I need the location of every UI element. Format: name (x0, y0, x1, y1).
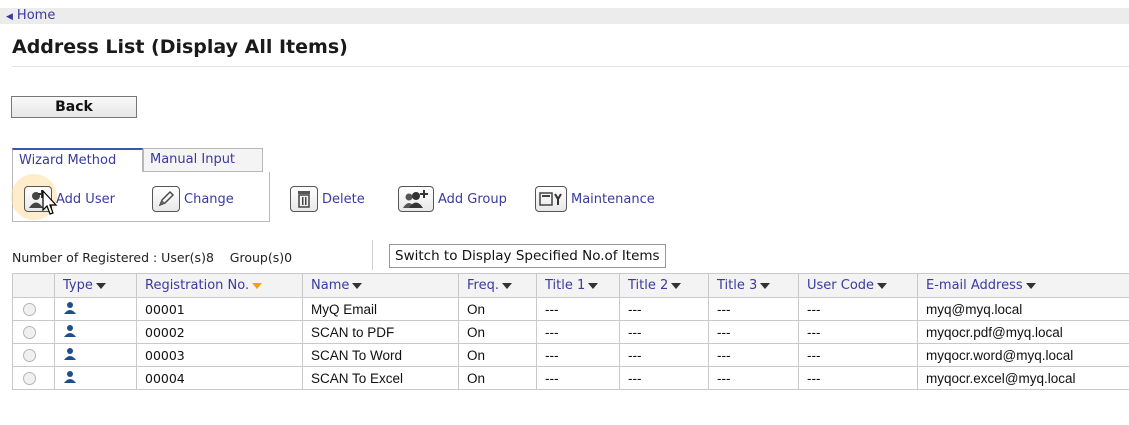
back-button[interactable]: Back (11, 96, 137, 118)
freq-cell: On (458, 320, 537, 344)
switch-display-button[interactable]: Switch to Display Specified No.of Items (389, 244, 666, 268)
registration-no-cell: 00001 (136, 297, 303, 321)
user-type-icon (54, 320, 137, 344)
add-group-icon (398, 186, 434, 212)
title-3-cell: --- (708, 343, 799, 367)
column-header-registration-no[interactable]: Registration No. (136, 273, 303, 298)
email-cell: myqocr.pdf@myq.local (917, 320, 1129, 344)
title-3-cell: --- (708, 320, 799, 344)
maintenance-icon (535, 186, 567, 212)
title-divider (12, 66, 1129, 67)
tab-manual-input[interactable]: Manual Input (143, 148, 263, 172)
change-button[interactable]: Change (152, 184, 234, 214)
add-group-button[interactable]: Add Group (398, 184, 507, 214)
title-3-cell: --- (708, 297, 799, 321)
freq-cell: On (458, 297, 537, 321)
registered-count: Number of Registered : User(s)8 Group(s)… (12, 250, 293, 265)
title-2-cell: --- (619, 320, 709, 344)
table-row[interactable]: 00004 SCAN To Excel On --- --- --- --- myqocr.e… (12, 366, 1129, 390)
name-cell: SCAN to PDF (302, 320, 459, 344)
sort-arrow-icon (352, 282, 363, 289)
user-code-cell: --- (798, 297, 918, 321)
maintenance-button[interactable]: Maintenance (535, 184, 655, 214)
column-header-user-code[interactable]: User Code (798, 273, 918, 298)
sort-arrow-icon (501, 282, 512, 289)
table-row[interactable]: 00001 MyQ Email On --- --- --- --- myq@myq.loca… (12, 297, 1129, 321)
title-3-cell: --- (708, 366, 799, 390)
page-title: Address List (Display All Items) (12, 36, 348, 58)
user-code-cell: --- (798, 366, 918, 390)
add-user-button[interactable]: Add User (24, 184, 115, 214)
email-cell: myq@myq.local (917, 297, 1129, 321)
column-header-name[interactable]: Name (302, 273, 459, 298)
title-1-cell: --- (536, 366, 620, 390)
pencil-icon (152, 186, 180, 212)
add-group-label: Add Group (438, 191, 507, 207)
title-1-cell: --- (536, 343, 620, 367)
column-header-title-1[interactable]: Title 1 (536, 273, 620, 298)
sort-arrow-icon (877, 282, 888, 289)
column-header-type[interactable]: Type (54, 273, 137, 298)
home-link-label: Home (16, 8, 56, 23)
user-type-icon (54, 297, 137, 321)
add-user-label: Add User (56, 191, 115, 207)
user-type-icon (54, 366, 137, 390)
column-header-email[interactable]: E-mail Address (917, 273, 1129, 298)
table-row[interactable]: 00002 SCAN to PDF On --- --- --- --- myqocr.pdf… (12, 320, 1129, 344)
sort-arrow-icon (588, 282, 599, 289)
select-column-header (12, 273, 55, 298)
registration-no-cell: 00003 (136, 343, 303, 367)
column-header-freq[interactable]: Freq. (458, 273, 537, 298)
name-cell: MyQ Email (302, 297, 459, 321)
home-link[interactable]: ◀ Home (6, 8, 55, 24)
freq-cell: On (458, 343, 537, 367)
delete-button[interactable]: Delete (290, 184, 365, 214)
title-1-cell: --- (536, 297, 620, 321)
user-type-icon (54, 343, 137, 367)
mouse-cursor-icon (42, 190, 58, 215)
title-1-cell: --- (536, 320, 620, 344)
row-select-radio[interactable] (12, 343, 55, 367)
name-cell: SCAN To Excel (302, 366, 459, 390)
sort-arrow-icon (671, 282, 682, 289)
user-code-cell: --- (798, 343, 918, 367)
sort-arrow-icon (760, 282, 771, 289)
title-2-cell: --- (619, 343, 709, 367)
table-header-row: Type Registration No. Name Freq. Title 1… (12, 273, 1129, 298)
email-cell: myqocr.excel@myq.local (917, 366, 1129, 390)
registration-no-cell: 00004 (136, 366, 303, 390)
user-code-cell: --- (798, 320, 918, 344)
sort-arrow-icon (95, 282, 106, 289)
title-2-cell: --- (619, 297, 709, 321)
top-nav-bar (0, 8, 1129, 24)
column-header-title-3[interactable]: Title 3 (708, 273, 799, 298)
tab-wizard-method[interactable]: Wizard Method (12, 148, 143, 173)
row-select-radio[interactable] (12, 297, 55, 321)
column-header-title-2[interactable]: Title 2 (619, 273, 709, 298)
table-row[interactable]: 00003 SCAN To Word On --- --- --- --- myqocr.wo… (12, 343, 1129, 367)
title-2-cell: --- (619, 366, 709, 390)
summary-divider (372, 240, 373, 270)
email-cell: myqocr.word@myq.local (917, 343, 1129, 367)
delete-label: Delete (322, 191, 365, 207)
maintenance-label: Maintenance (571, 191, 655, 207)
freq-cell: On (458, 366, 537, 390)
row-select-radio[interactable] (12, 366, 55, 390)
sort-arrow-icon (252, 282, 263, 289)
address-table: Type Registration No. Name Freq. Title 1… (12, 273, 1129, 390)
change-label: Change (184, 191, 234, 207)
name-cell: SCAN To Word (302, 343, 459, 367)
trash-icon (290, 186, 318, 212)
back-arrow-icon: ◀ (6, 12, 13, 22)
row-select-radio[interactable] (12, 320, 55, 344)
registration-no-cell: 00002 (136, 320, 303, 344)
sort-arrow-icon (1025, 282, 1036, 289)
